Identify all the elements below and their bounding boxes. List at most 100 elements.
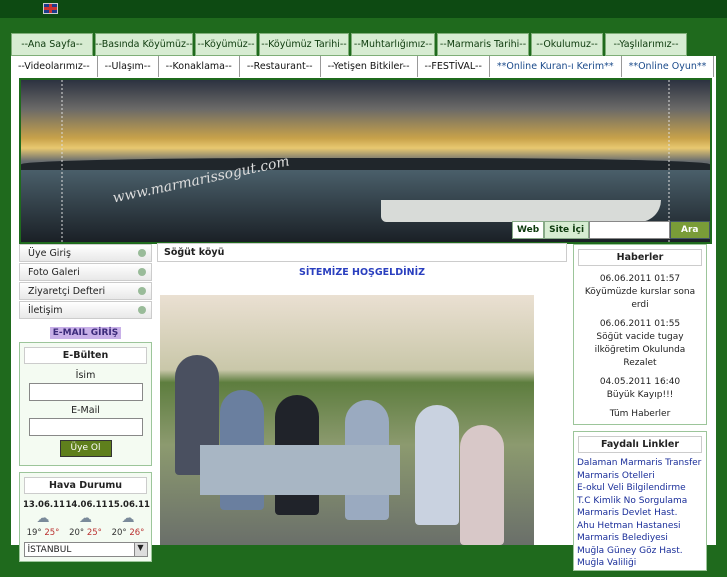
banner-vine-right bbox=[668, 80, 710, 242]
primary-nav: --Ana Sayfa-- --Basında Köyümüz-- --Köyü… bbox=[11, 33, 716, 56]
search-site-tab[interactable]: Site İçi bbox=[544, 221, 590, 239]
weather-date: 14.06.11 bbox=[65, 500, 108, 510]
useful-link[interactable]: Ahu Hetman Hastanesi bbox=[574, 520, 706, 533]
useful-link[interactable]: Muğla Valiliği bbox=[574, 557, 706, 570]
nav-koyumuz-tarihi[interactable]: --Köyümüz Tarihi-- bbox=[259, 33, 349, 56]
search-input[interactable] bbox=[589, 221, 671, 239]
nav-ulasim[interactable]: --Ulaşım-- bbox=[97, 56, 159, 77]
nav-koyumuz[interactable]: --Köyümüz-- bbox=[195, 33, 257, 56]
rain-cloud-icon: ☁ bbox=[36, 511, 50, 526]
weather-day: 15.06.11 ☁ 20° 26° bbox=[108, 500, 150, 538]
link-foto-galeri[interactable]: Foto Galeri bbox=[19, 263, 152, 281]
nav-okulumuz[interactable]: --Okulumuz-- bbox=[531, 33, 603, 56]
person bbox=[415, 405, 459, 525]
news-item[interactable]: 06.06.2011 01:57 Köyümüzde kurslar sona … bbox=[574, 270, 706, 315]
search-bar: Web Site İçi Ara bbox=[512, 221, 710, 239]
nav-videolarimiz[interactable]: --Videolarımız-- bbox=[11, 56, 98, 77]
nav-basinda-koyumuz[interactable]: --Basında Köyümüz-- bbox=[95, 33, 193, 56]
name-label: İsim bbox=[75, 370, 96, 381]
subscribe-button[interactable]: Üye Ol bbox=[59, 440, 112, 457]
weather-forecast: 13.06.11 ☁ 19° 25° 14.06.11 ☁ 20° 25° 15… bbox=[20, 500, 151, 538]
banner-vine-left bbox=[21, 80, 63, 242]
useful-link[interactable]: Marmaris Otelleri bbox=[574, 470, 706, 483]
weather-date: 13.06.11 bbox=[23, 500, 65, 510]
top-bar bbox=[0, 0, 727, 18]
useful-link[interactable]: Dalaman Marmaris Transfer bbox=[574, 457, 706, 470]
useful-link[interactable]: Marmaris Devlet Hast. bbox=[574, 507, 706, 520]
city-select[interactable]: İSTANBUL ▼ bbox=[23, 542, 148, 557]
newsletter-title: E-Bülten bbox=[24, 347, 147, 364]
useful-link[interactable]: Muğla Güney Göz Hast. bbox=[574, 545, 706, 558]
email-login: E-MAIL GİRİŞ bbox=[19, 327, 152, 339]
link-label: Üye Giriş bbox=[28, 247, 71, 259]
link-label: İletişim bbox=[28, 304, 63, 316]
useful-link[interactable]: Marmaris Belediyesi bbox=[574, 532, 706, 545]
useful-links-title: Faydalı Linkler bbox=[578, 436, 702, 453]
news-time: 06.06.2011 01:55 bbox=[599, 319, 681, 329]
main-content: Söğüt köyü SİTEMİZE HOŞGELDİNİZ bbox=[157, 243, 567, 545]
breadcrumb: Söğüt köyü bbox=[157, 243, 567, 262]
left-sidebar: Üye Giriş Foto Galeri Ziyaretçi Defteri … bbox=[19, 244, 152, 568]
temp-low: 20° bbox=[111, 528, 127, 538]
news-item[interactable]: 04.05.2011 16:40 Büyük Kayıp!!! bbox=[574, 373, 706, 405]
newsletter-box: E-Bülten İsim E-Mail Üye Ol bbox=[19, 342, 152, 466]
city-value: İSTANBUL bbox=[27, 544, 72, 555]
bullet-icon bbox=[138, 287, 146, 295]
link-iletisim[interactable]: İletişim bbox=[19, 301, 152, 319]
news-time: 06.06.2011 01:57 bbox=[599, 274, 681, 284]
nav-marmaris-tarihi[interactable]: --Marmaris Tarihi-- bbox=[437, 33, 529, 56]
news-text[interactable]: Köyümüzde kurslar sona erdi bbox=[577, 286, 703, 312]
welcome-heading: SİTEMİZE HOŞGELDİNİZ bbox=[298, 267, 426, 278]
weather-day: 14.06.11 ☁ 20° 25° bbox=[65, 500, 108, 538]
weather-title: Hava Durumu bbox=[24, 477, 147, 494]
useful-link[interactable]: T.C Kimlik No Sorgulama bbox=[574, 495, 706, 508]
useful-links-box: Faydalı Linkler Dalaman Marmaris Transfe… bbox=[573, 431, 707, 571]
village-meeting-photo bbox=[160, 295, 534, 545]
nav-muhtarligimiz[interactable]: --Muhtarlığımız-- bbox=[351, 33, 435, 56]
link-ziyaretci-defteri[interactable]: Ziyaretçi Defteri bbox=[19, 282, 152, 300]
temp-low: 20° bbox=[69, 528, 85, 538]
header-banner: www.marmarissogut.com bbox=[19, 78, 712, 244]
bullet-icon bbox=[138, 249, 146, 257]
nav-yaslilarimiz[interactable]: --Yaşlılarımız-- bbox=[605, 33, 687, 56]
news-text[interactable]: Büyük Kayıp!!! bbox=[577, 389, 703, 402]
nav-ana-sayfa[interactable]: --Ana Sayfa-- bbox=[11, 33, 93, 56]
email-label: E-Mail bbox=[71, 405, 100, 416]
search-button[interactable]: Ara bbox=[670, 221, 710, 239]
weather-temps: 20° 26° bbox=[108, 528, 148, 538]
rain-cloud-icon: ☁ bbox=[121, 511, 135, 526]
person bbox=[460, 425, 504, 545]
bullet-icon bbox=[138, 306, 146, 314]
right-sidebar: Haberler 06.06.2011 01:57 Köyümüzde kurs… bbox=[573, 244, 707, 577]
nav-online-kuran[interactable]: **Online Kuran-ı Kerim** bbox=[489, 56, 622, 77]
weather-temps: 19° 25° bbox=[23, 528, 63, 538]
uk-flag-icon[interactable] bbox=[43, 3, 58, 14]
news-item[interactable]: 06.06.2011 01:55 Söğüt vacide tugay ilkö… bbox=[574, 315, 706, 373]
bullet-icon bbox=[138, 268, 146, 276]
link-label: Foto Galeri bbox=[28, 266, 80, 278]
weather-date: 15.06.11 bbox=[108, 500, 150, 510]
news-time: 04.05.2011 16:40 bbox=[599, 377, 681, 387]
news-title: Haberler bbox=[578, 249, 702, 266]
email-field[interactable] bbox=[28, 418, 143, 436]
secondary-nav: --Videolarımız-- --Ulaşım-- --Konaklama-… bbox=[11, 56, 716, 77]
temp-low: 19° bbox=[26, 528, 42, 538]
nav-festival[interactable]: --FESTİVAL-- bbox=[417, 56, 490, 77]
nav-konaklama[interactable]: --Konaklama-- bbox=[158, 56, 240, 77]
rain-cloud-icon: ☁ bbox=[79, 511, 92, 526]
nav-restaurant[interactable]: --Restaurant-- bbox=[239, 56, 321, 77]
email-login-link[interactable]: E-MAIL GİRİŞ bbox=[49, 327, 122, 339]
temp-high: 25° bbox=[44, 528, 60, 538]
news-text[interactable]: Söğüt vacide tugay ilköğretim Okulunda R… bbox=[577, 331, 703, 370]
banner-boat bbox=[381, 200, 661, 222]
nav-online-oyun[interactable]: **Online Oyun** bbox=[621, 56, 715, 77]
all-news-link[interactable]: Tüm Haberler bbox=[574, 405, 706, 424]
link-uye-giris[interactable]: Üye Giriş bbox=[19, 244, 152, 262]
useful-link[interactable]: E-okul Veli Bilgilendirme bbox=[574, 482, 706, 495]
search-web-tab[interactable]: Web bbox=[512, 221, 545, 239]
link-label: Ziyaretçi Defteri bbox=[28, 285, 106, 297]
nav-yetisen-bitkiler[interactable]: --Yetişen Bitkiler-- bbox=[320, 56, 418, 77]
weather-temps: 20° 25° bbox=[66, 528, 106, 538]
news-box: Haberler 06.06.2011 01:57 Köyümüzde kurs… bbox=[573, 244, 707, 425]
name-field[interactable] bbox=[28, 383, 143, 401]
